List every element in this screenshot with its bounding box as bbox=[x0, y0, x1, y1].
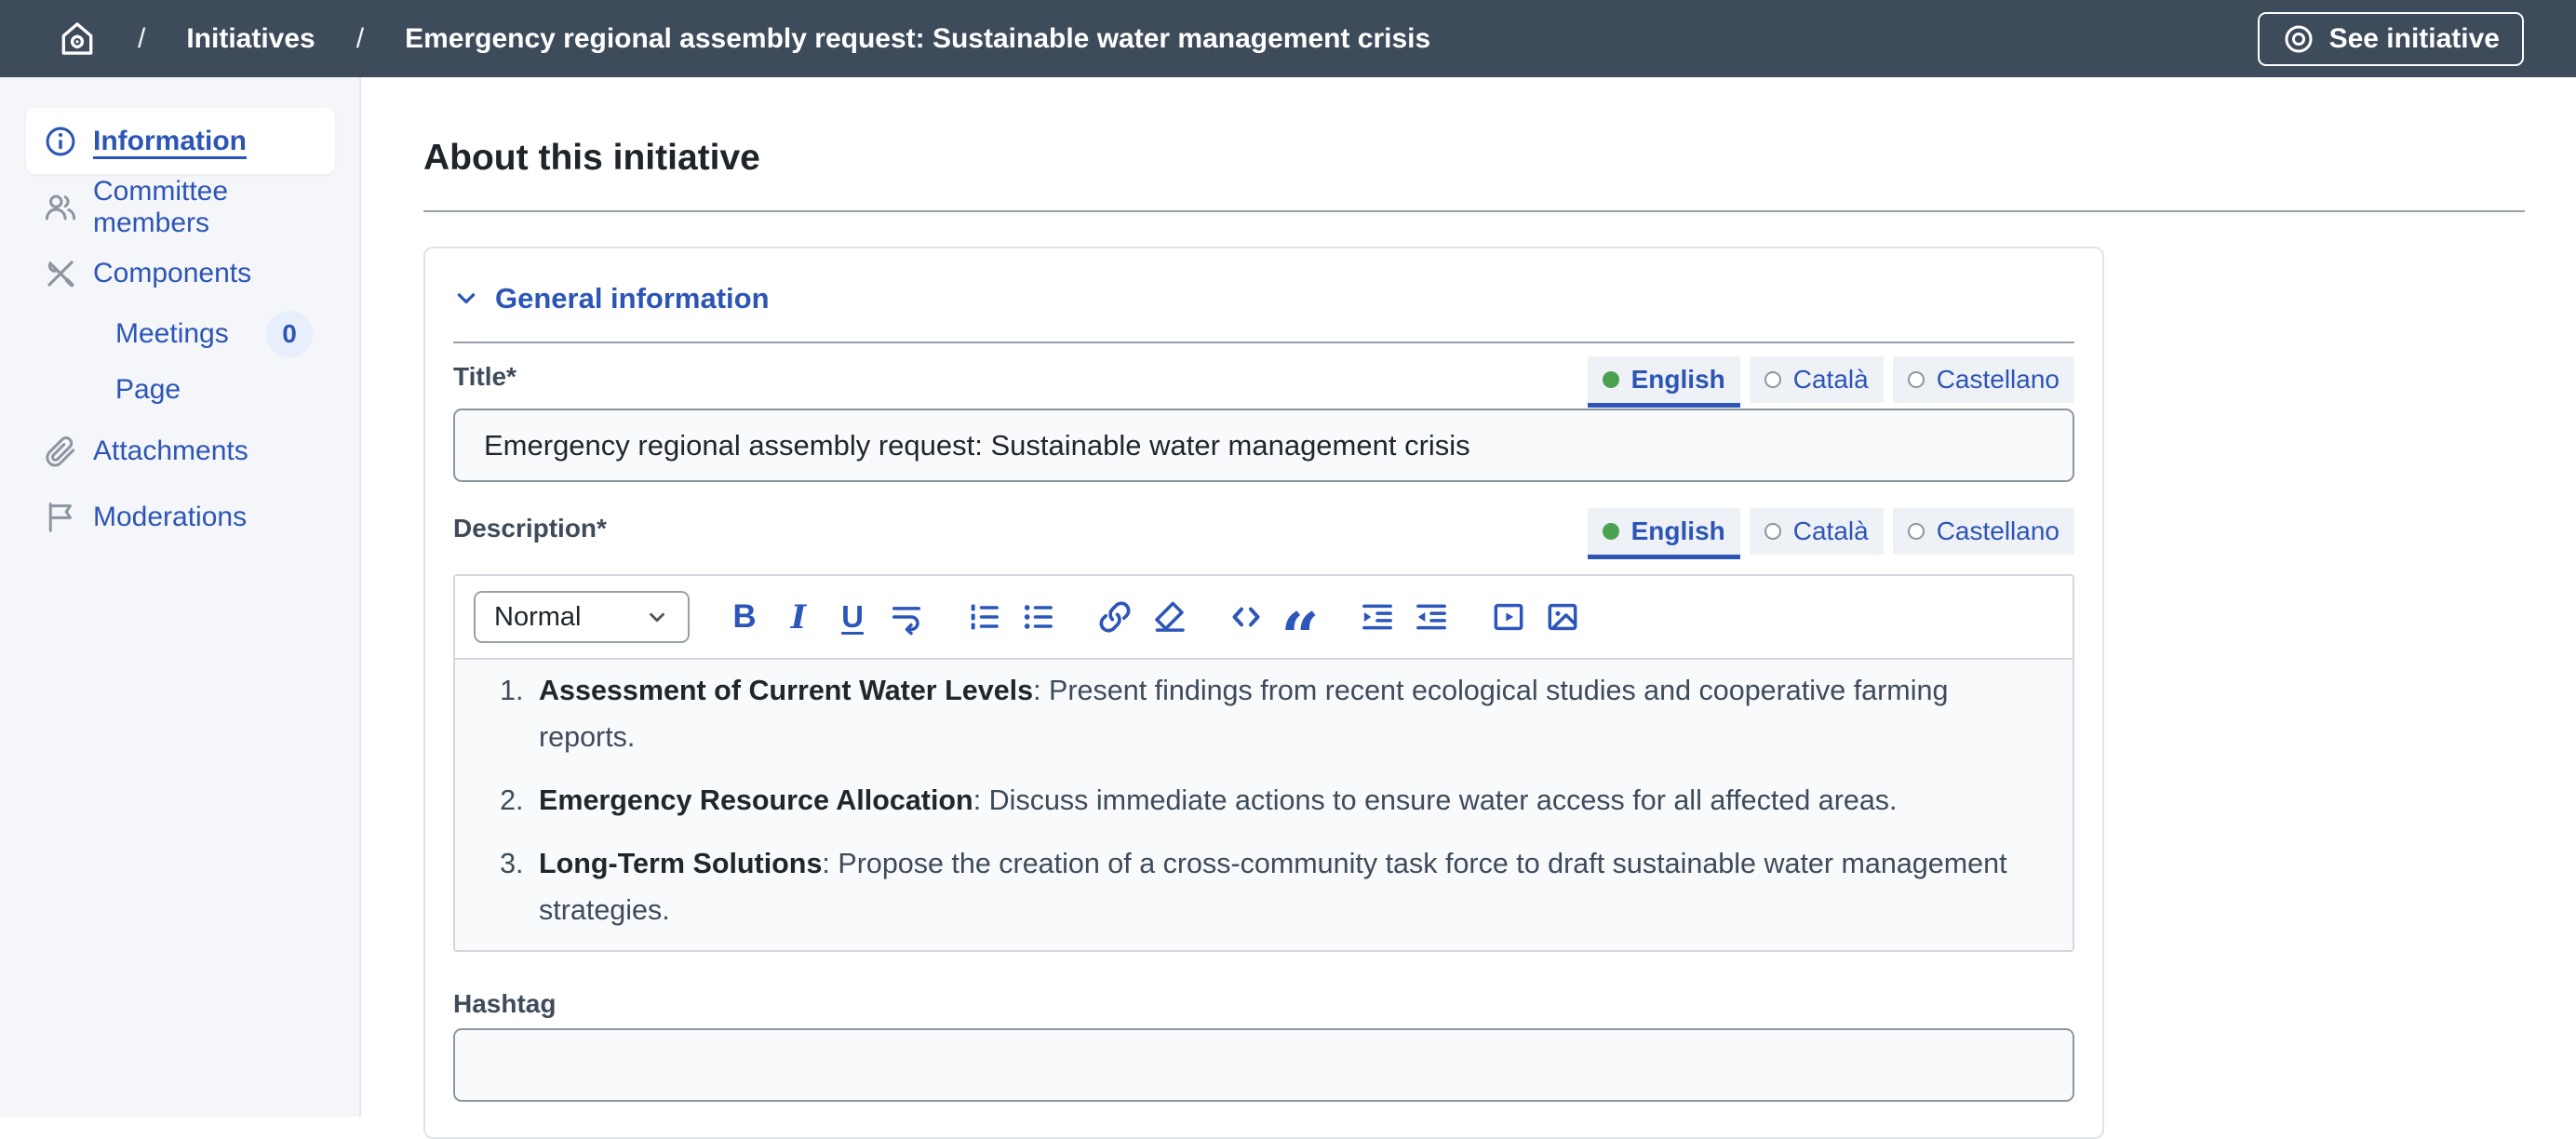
chevron-down-icon bbox=[645, 605, 669, 629]
bold-icon[interactable] bbox=[723, 596, 766, 638]
breadcrumb-separator: / bbox=[138, 23, 145, 55]
page-title: About this initiative bbox=[423, 137, 2525, 179]
language-tab-english[interactable]: English bbox=[1588, 356, 1740, 403]
hashtag-input[interactable] bbox=[453, 1028, 2074, 1102]
list-item-bold-text: Assessment of Current Water Levels bbox=[539, 675, 1033, 706]
description-field-label: Description* bbox=[453, 510, 607, 555]
link-icon[interactable] bbox=[1093, 596, 1136, 638]
sidebar-item-label: Attachments bbox=[93, 436, 248, 467]
quote-icon[interactable] bbox=[1279, 596, 1322, 638]
unselected-dot-icon bbox=[1908, 371, 1925, 388]
section-header-label: General information bbox=[495, 282, 770, 315]
flag-icon bbox=[43, 500, 78, 535]
language-tab-castellano[interactable]: Castellano bbox=[1893, 356, 2074, 403]
underline-icon[interactable] bbox=[831, 596, 874, 638]
list-item-bold-text: Long-Term Solutions bbox=[539, 848, 822, 879]
language-tab-label: Castellano bbox=[1937, 365, 2059, 395]
general-information-toggle[interactable]: General information bbox=[453, 275, 2074, 342]
eraser-icon[interactable] bbox=[1147, 596, 1190, 638]
page-title-divider bbox=[423, 210, 2525, 212]
users-icon bbox=[43, 190, 78, 225]
ordered-list-icon[interactable] bbox=[962, 596, 1005, 638]
text-wrap-icon[interactable] bbox=[885, 596, 928, 638]
unselected-dot-icon bbox=[1764, 523, 1781, 540]
sidebar-item-label: Meetings bbox=[115, 318, 229, 350]
language-tab-label: Català bbox=[1793, 516, 1869, 546]
title-input[interactable] bbox=[453, 409, 2074, 482]
unordered-list-icon[interactable] bbox=[1016, 596, 1059, 638]
paragraph-format-select[interactable]: Normal bbox=[474, 591, 690, 643]
hashtag-field-label: Hashtag bbox=[453, 989, 556, 1025]
language-tab-catala[interactable]: Català bbox=[1750, 508, 1884, 555]
list-item: Assessment of Current Water Levels: Pres… bbox=[531, 667, 2039, 760]
tools-icon bbox=[43, 256, 78, 291]
breadcrumb-current-page: Emergency regional assembly request: Sus… bbox=[405, 23, 1430, 55]
description-rich-text-editor: Normal bbox=[453, 574, 2074, 952]
breadcrumb-separator: / bbox=[356, 23, 364, 55]
list-item-text: : Discuss immediate actions to ensure wa… bbox=[973, 784, 1898, 816]
language-tab-label: Català bbox=[1793, 365, 1869, 395]
italic-icon[interactable] bbox=[777, 596, 820, 638]
editor-ordered-list: Assessment of Current Water Levels: Pres… bbox=[489, 667, 2039, 933]
sidebar-item-page[interactable]: Page bbox=[26, 362, 335, 418]
see-initiative-button[interactable]: See initiative bbox=[2258, 12, 2524, 66]
language-tab-castellano[interactable]: Castellano bbox=[1893, 508, 2074, 555]
sidebar-item-components[interactable]: Components bbox=[26, 240, 335, 306]
language-tab-catala[interactable]: Català bbox=[1750, 356, 1884, 403]
chevron-down-icon bbox=[453, 286, 479, 312]
unselected-dot-icon bbox=[1764, 371, 1781, 388]
sidebar-item-label: Components bbox=[93, 258, 251, 289]
paperclip-icon bbox=[43, 434, 78, 469]
list-item: Emergency Resource Allocation: Discuss i… bbox=[531, 777, 2039, 824]
sidebar-item-information[interactable]: Information bbox=[26, 108, 335, 174]
selected-dot-icon bbox=[1603, 371, 1619, 388]
editor-toolbar: Normal bbox=[455, 576, 2073, 658]
image-icon[interactable] bbox=[1541, 596, 1584, 638]
code-icon[interactable] bbox=[1225, 596, 1268, 638]
indent-decrease-icon[interactable] bbox=[1410, 596, 1453, 638]
sidebar-item-label: Page bbox=[115, 374, 181, 406]
editor-content-area[interactable]: Assessment of Current Water Levels: Pres… bbox=[455, 658, 2073, 950]
title-field-label: Title* bbox=[453, 358, 517, 403]
see-initiative-label: See initiative bbox=[2329, 23, 2500, 55]
selected-dot-icon bbox=[1603, 523, 1619, 540]
video-icon[interactable] bbox=[1487, 596, 1530, 638]
sidebar: Information Committee members bbox=[0, 77, 361, 1117]
topbar: / Initiatives / Emergency regional assem… bbox=[0, 0, 2576, 77]
language-tab-label: English bbox=[1631, 365, 1725, 395]
language-tab-english[interactable]: English bbox=[1588, 508, 1740, 555]
main-content: About this initiative General informatio… bbox=[361, 77, 2576, 1117]
sidebar-item-meetings[interactable]: Meetings 0 bbox=[26, 306, 335, 362]
unselected-dot-icon bbox=[1908, 523, 1925, 540]
list-item-bold-text: Emergency Resource Allocation bbox=[539, 784, 973, 816]
info-icon bbox=[43, 124, 78, 159]
general-information-card: General information Title* English Catal… bbox=[423, 247, 2104, 1139]
sidebar-item-label: Information bbox=[93, 126, 247, 157]
breadcrumb-home-link[interactable] bbox=[58, 20, 97, 59]
sidebar-item-label: Committee members bbox=[93, 176, 318, 239]
indent-increase-icon[interactable] bbox=[1356, 596, 1399, 638]
sidebar-item-committee-members[interactable]: Committee members bbox=[26, 174, 335, 240]
list-item: Long-Term Solutions: Propose the creatio… bbox=[531, 840, 2039, 933]
title-language-tabs: English Català Castellano bbox=[1588, 356, 2074, 403]
breadcrumb-initiatives-link[interactable]: Initiatives bbox=[186, 23, 315, 55]
eye-icon bbox=[2282, 22, 2315, 56]
language-tab-label: English bbox=[1631, 516, 1725, 546]
sidebar-item-moderations[interactable]: Moderations bbox=[26, 484, 335, 550]
sidebar-item-label: Moderations bbox=[93, 502, 247, 533]
language-tab-label: Castellano bbox=[1937, 516, 2059, 546]
format-select-value: Normal bbox=[494, 602, 581, 633]
description-language-tabs: English Català Castellano bbox=[1588, 508, 2074, 555]
sidebar-item-attachments[interactable]: Attachments bbox=[26, 418, 335, 484]
home-gear-icon bbox=[58, 20, 97, 59]
section-divider bbox=[453, 342, 2074, 343]
meetings-count-badge: 0 bbox=[266, 311, 313, 357]
